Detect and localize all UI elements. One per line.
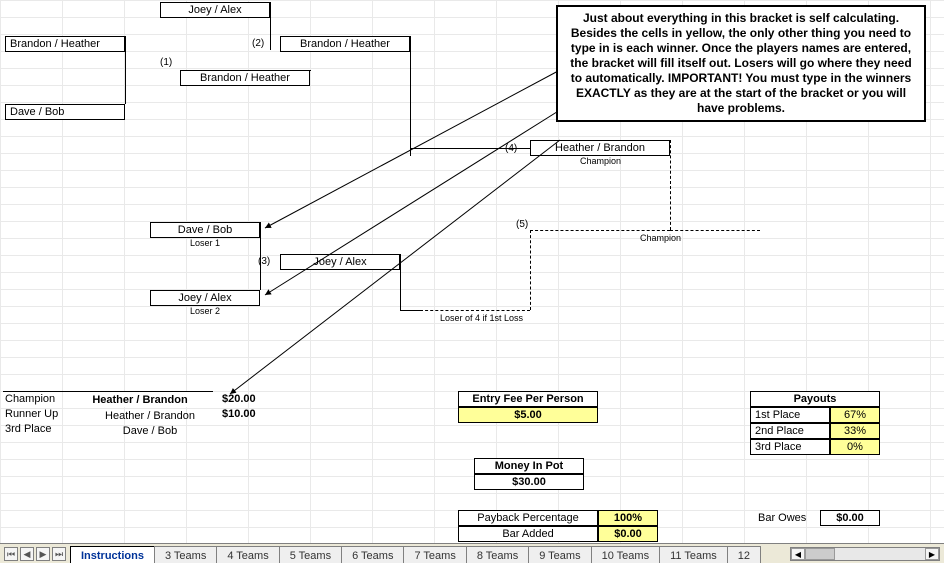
entry-fee-label: Entry Fee Per Person [458, 391, 598, 407]
loser4-label: Loser of 4 if 1st Loss [440, 313, 523, 323]
label-champion: Champion [5, 393, 55, 405]
money-pot-value: $30.00 [474, 474, 584, 490]
tab-10teams[interactable]: 10 Teams [591, 546, 661, 563]
line [410, 148, 530, 149]
tab-6teams[interactable]: 6 Teams [341, 546, 404, 563]
result-runnerup-name: Heather / Brandon [90, 408, 210, 424]
loser-winner[interactable]: Joey / Alex [280, 254, 400, 270]
line [125, 36, 126, 104]
tab-nav-last[interactable]: ⏭ [52, 547, 66, 561]
bar-owes-label: Bar Owes [758, 512, 806, 524]
scroll-right-button[interactable]: ▶ [925, 548, 939, 560]
payout-first-label: 1st Place [750, 407, 830, 423]
bar-added-label: Bar Added [458, 526, 598, 542]
champion-small-label: Champion [580, 156, 621, 166]
tab-nav-first[interactable]: ⏮ [4, 547, 18, 561]
payout-third-value[interactable]: 0% [830, 439, 880, 455]
scroll-left-button[interactable]: ◀ [791, 548, 805, 560]
loser1-label: Loser 1 [190, 238, 220, 248]
payouts-header: Payouts [750, 391, 880, 407]
line [3, 391, 213, 392]
bar-owes-value: $0.00 [820, 510, 880, 526]
scroll-thumb[interactable] [805, 548, 835, 560]
bracket-r2-top[interactable]: Brandon / Heather [280, 36, 410, 52]
tab-3teams[interactable]: 3 Teams [154, 546, 217, 563]
dashed-line [670, 230, 760, 231]
tab-8teams[interactable]: 8 Teams [466, 546, 529, 563]
payout-first-value[interactable]: 67% [830, 407, 880, 423]
payout-second-value[interactable]: 33% [830, 423, 880, 439]
tab-12teams[interactable]: 12 [727, 546, 761, 563]
seed-label-5: (5) [516, 219, 528, 230]
loser2-label: Loser 2 [190, 306, 220, 316]
champion-label-2: Champion [640, 233, 681, 243]
tab-nav-buttons: ⏮ ◀ ▶ ⏭ [0, 545, 70, 563]
sheet-tab-bar: ⏮ ◀ ▶ ⏭ Instructions 3 Teams 4 Teams 5 T… [0, 543, 944, 563]
tab-instructions[interactable]: Instructions [70, 546, 155, 563]
tab-9teams[interactable]: 9 Teams [528, 546, 591, 563]
label-runnerup: Runner Up [5, 408, 58, 420]
loser-bracket-bot[interactable]: Joey / Alex [150, 290, 260, 306]
line [400, 310, 420, 311]
dashed-line [530, 230, 670, 231]
bracket-team-3[interactable]: Dave / Bob [5, 104, 125, 120]
line [270, 2, 271, 50]
result-third-name: Dave / Bob [100, 423, 200, 439]
entry-fee-value[interactable]: $5.00 [458, 407, 598, 423]
result-runnerup-amt: $10.00 [222, 408, 256, 420]
payback-pct-label: Payback Percentage [458, 510, 598, 526]
bracket-r1-winner[interactable]: Brandon / Heather [180, 70, 310, 86]
instruction-callout: Just about everything in this bracket is… [556, 5, 926, 122]
money-pot-label: Money In Pot [474, 458, 584, 474]
payback-pct-value[interactable]: 100% [598, 510, 658, 526]
bracket-final-left[interactable]: Heather / Brandon [530, 140, 670, 156]
line [400, 254, 401, 310]
tab-nav-prev[interactable]: ◀ [20, 547, 34, 561]
line [310, 70, 311, 71]
dashed-line [420, 310, 530, 311]
bracket-team-1[interactable]: Brandon / Heather [5, 36, 125, 52]
tab-nav-next[interactable]: ▶ [36, 547, 50, 561]
line [410, 36, 411, 156]
tab-5teams[interactable]: 5 Teams [279, 546, 342, 563]
seed-label-3: (3) [258, 256, 270, 267]
payout-second-label: 2nd Place [750, 423, 830, 439]
scroll-track[interactable] [805, 548, 925, 560]
result-champion-name[interactable]: Heather / Brandon [70, 391, 210, 407]
label-thirdplace: 3rd Place [5, 423, 51, 435]
dashed-line [670, 140, 671, 230]
result-champion-amt: $20.00 [222, 393, 256, 405]
payout-third-label: 3rd Place [750, 439, 830, 455]
tab-4teams[interactable]: 4 Teams [216, 546, 279, 563]
spreadsheet-canvas[interactable]: Joey / Alex Brandon / Heather (1) (2) Br… [0, 0, 944, 563]
bar-added-value[interactable]: $0.00 [598, 526, 658, 542]
tab-11teams[interactable]: 11 Teams [659, 546, 728, 563]
tab-7teams[interactable]: 7 Teams [403, 546, 466, 563]
seed-label-2: (2) [252, 38, 264, 49]
bracket-header-team[interactable]: Joey / Alex [160, 2, 270, 18]
horizontal-scrollbar[interactable]: ◀ ▶ [790, 547, 940, 561]
loser-bracket-top[interactable]: Dave / Bob [150, 222, 260, 238]
dashed-line [530, 230, 531, 310]
seed-label-1: (1) [160, 57, 172, 68]
